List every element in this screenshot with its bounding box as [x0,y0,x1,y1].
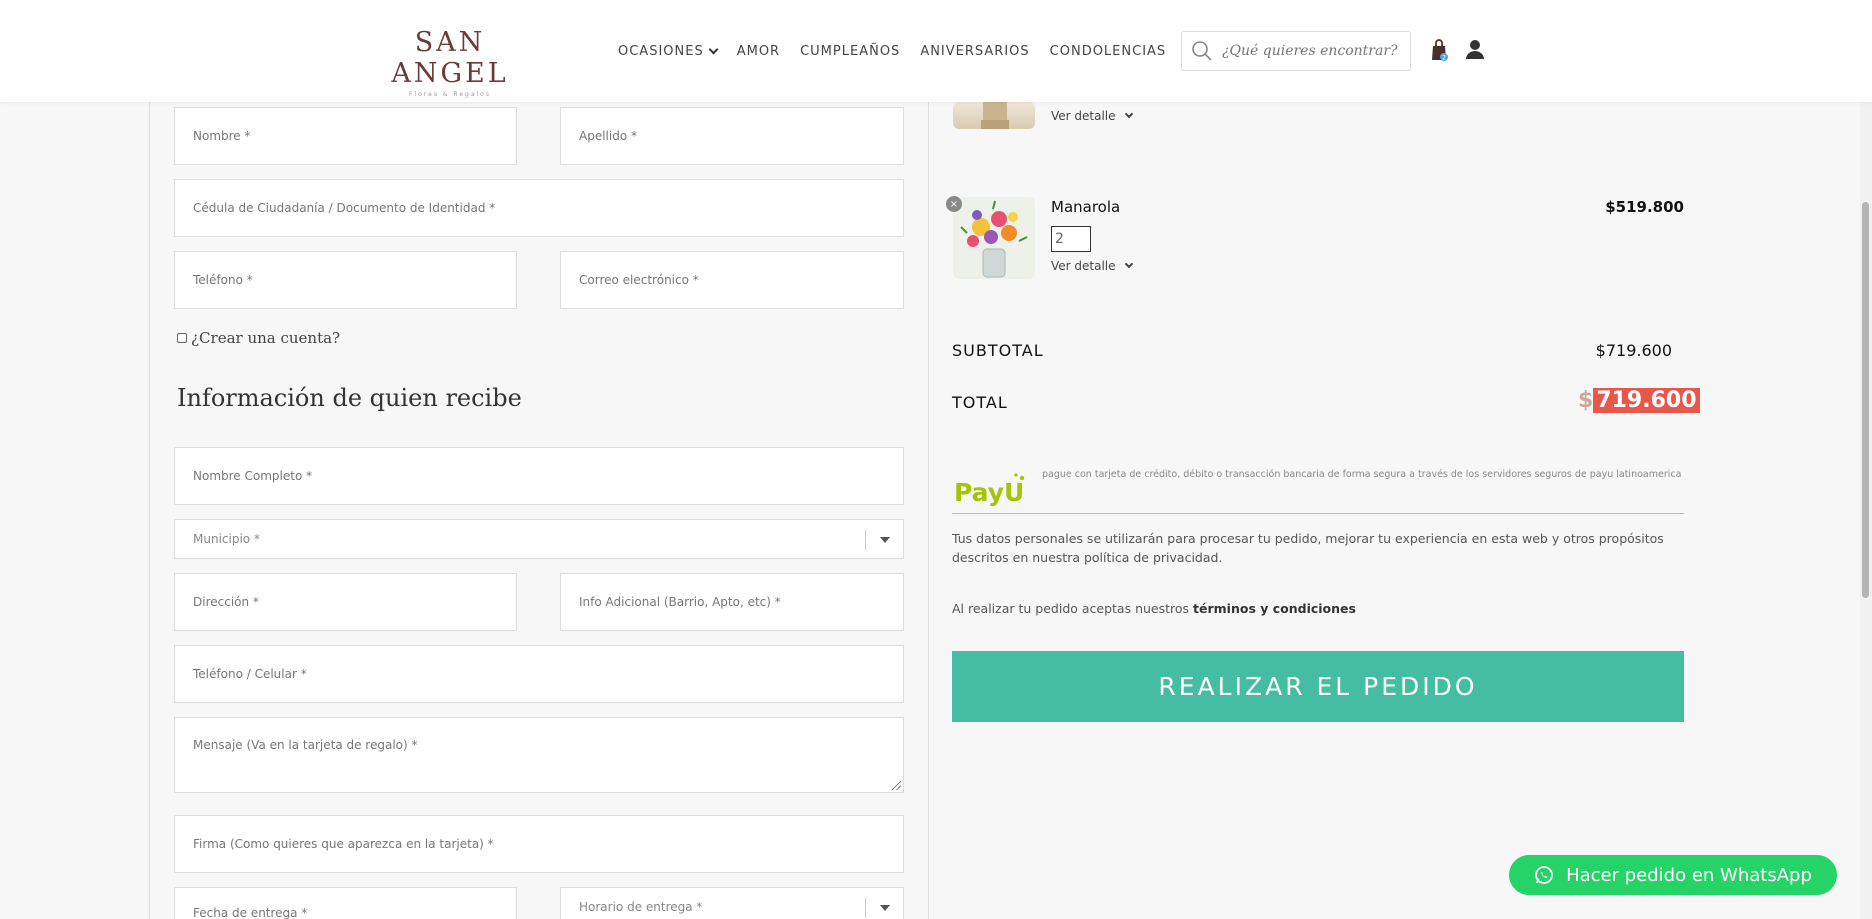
create-account-label: ¿Crear una cuenta? [191,329,341,347]
recipient-section-title: Información de quien recibe [177,384,522,412]
payu-logo: PayU [954,472,1026,507]
field-label: Cédula de Ciudadanía / Documento de Iden… [193,201,496,215]
field-label: Dirección * [193,595,259,609]
terms-link[interactable]: términos y condiciones [1193,601,1356,616]
nav-item-aniversarios[interactable]: ANIVERSARIOS [920,44,1029,59]
remove-item-button[interactable]: × [946,196,962,212]
gift-message-textarea[interactable]: Mensaje (Va en la tarjeta de regalo) * [174,717,904,793]
view-detail-label: Ver detalle [1051,109,1116,123]
total-currency: $ [1578,388,1594,413]
product-name[interactable]: Manarola [1051,198,1120,216]
chevron-down-icon[interactable] [865,530,903,550]
main-nav: OCASIONES AMOR CUMPLEAÑOS ANIVERSARIOS C… [618,44,1186,59]
privacy-notice: Tus datos personales se utilizarán para … [952,531,1664,565]
logo-text: SAN ANGEL [391,27,509,89]
nav-item-cumpleanos[interactable]: CUMPLEAÑOS [800,44,900,59]
field-label: Mensaje (Va en la tarjeta de regalo) * [193,738,418,752]
whatsapp-label: Hacer pedido en WhatsApp [1566,864,1812,886]
chevron-down-icon [708,44,719,55]
view-detail-label: Ver detalle [1051,259,1116,273]
chevron-down-icon [1124,259,1133,269]
quantity-input[interactable]: 2 [1051,226,1091,252]
additional-info-field[interactable]: Info Adicional (Barrio, Apto, etc) * [560,573,904,631]
logo-tagline: Flores & Regalos [409,91,491,98]
id-document-field[interactable]: Cédula de Ciudadanía / Documento de Iden… [174,179,904,237]
place-order-button[interactable]: REALIZAR EL PEDIDO [952,651,1684,722]
nav-label: AMOR [736,44,781,59]
view-detail-toggle[interactable]: Ver detalle [1051,259,1133,273]
first-name-field[interactable]: Nombre * [174,107,517,165]
field-label: Firma (Como quieres que aparezca en la t… [193,837,494,851]
field-label: Info Adicional (Barrio, Apto, etc) * [579,595,781,609]
page-scrollbar[interactable] [1860,102,1872,919]
nav-item-ocasiones[interactable]: OCASIONES [618,44,719,59]
quantity-value: 2 [1055,231,1064,247]
email-field[interactable]: Correo electrónico * [560,251,904,309]
nav-label: CONDOLENCIAS [1049,44,1167,59]
user-icon[interactable] [1464,38,1486,60]
field-label: Fecha de entrega * [193,906,308,919]
field-label: Nombre * [193,129,251,143]
recipient-full-name-field[interactable]: Nombre Completo * [174,447,904,505]
subtotal-value: $719.600 [1595,341,1672,360]
whatsapp-order-button[interactable]: Hacer pedido en WhatsApp [1509,855,1837,895]
total-label: TOTAL [952,393,1008,412]
cart-count: 2 [1442,55,1446,62]
site-header: SAN ANGEL Flores & Regalos OCASIONES AMO… [0,0,1872,102]
field-label: Teléfono * [193,273,253,287]
delivery-time-select[interactable]: Horario de entrega * [560,887,904,919]
view-detail-toggle[interactable]: Ver detalle [1051,109,1133,123]
search-icon[interactable] [1182,31,1222,71]
select-value: Horario de entrega * [579,900,703,914]
nav-label: CUMPLEAÑOS [800,44,901,59]
signature-field[interactable]: Firma (Como quieres que aparezca en la t… [174,815,904,873]
nav-label: ANIVERSARIOS [920,44,1030,59]
chevron-down-icon[interactable] [865,898,903,918]
site-logo[interactable]: SAN ANGEL Flores & Regalos [366,27,534,98]
shopping-bag-icon[interactable]: 2 [1428,38,1450,62]
payu-description: pague con tarjeta de crédito, débito o t… [1042,469,1682,480]
search-box [1181,31,1411,71]
resize-handle-icon[interactable] [892,781,901,790]
delivery-date-field[interactable]: Fecha de entrega * [174,887,517,919]
product-thumbnail[interactable] [953,197,1035,279]
nav-item-condolencias[interactable]: CONDOLENCIAS [1050,44,1167,59]
terms-prefix: Al realizar tu pedido aceptas nuestros [952,601,1194,616]
terms-notice: Al realizar tu pedido aceptas nuestros t… [952,601,1356,616]
nav-label: OCASIONES [618,44,704,59]
address-field[interactable]: Dirección * [174,573,517,631]
product-thumbnail[interactable] [953,102,1035,129]
municipality-select[interactable]: Municipio * [174,519,904,559]
close-icon: × [949,198,959,210]
subtotal-label: SUBTOTAL [952,341,1044,360]
last-name-field[interactable]: Apellido * [560,107,904,165]
select-value: Municipio * [193,532,260,546]
nav-item-amor[interactable]: AMOR [737,44,780,59]
field-label: Apellido * [579,129,637,143]
field-label: Nombre Completo * [193,469,313,483]
divider [952,513,1684,514]
total-amount: 719.600 [1593,388,1700,413]
field-label: Teléfono / Celular * [193,667,307,681]
search-input[interactable] [1222,43,1402,59]
scrollbar-thumb[interactable] [1862,202,1869,598]
create-account-option[interactable]: ¿Crear una cuenta? [177,329,340,347]
whatsapp-icon [1534,865,1554,885]
svg-text:PayU: PayU [954,478,1024,506]
create-account-checkbox[interactable] [177,333,187,343]
chevron-down-icon [1124,109,1133,119]
total-value: $719.600 [1578,388,1700,413]
field-label: Correo electrónico * [579,273,699,287]
product-price: $519.800 [1605,198,1684,216]
phone-field[interactable]: Teléfono * [174,251,517,309]
recipient-phone-field[interactable]: Teléfono / Celular * [174,645,904,703]
